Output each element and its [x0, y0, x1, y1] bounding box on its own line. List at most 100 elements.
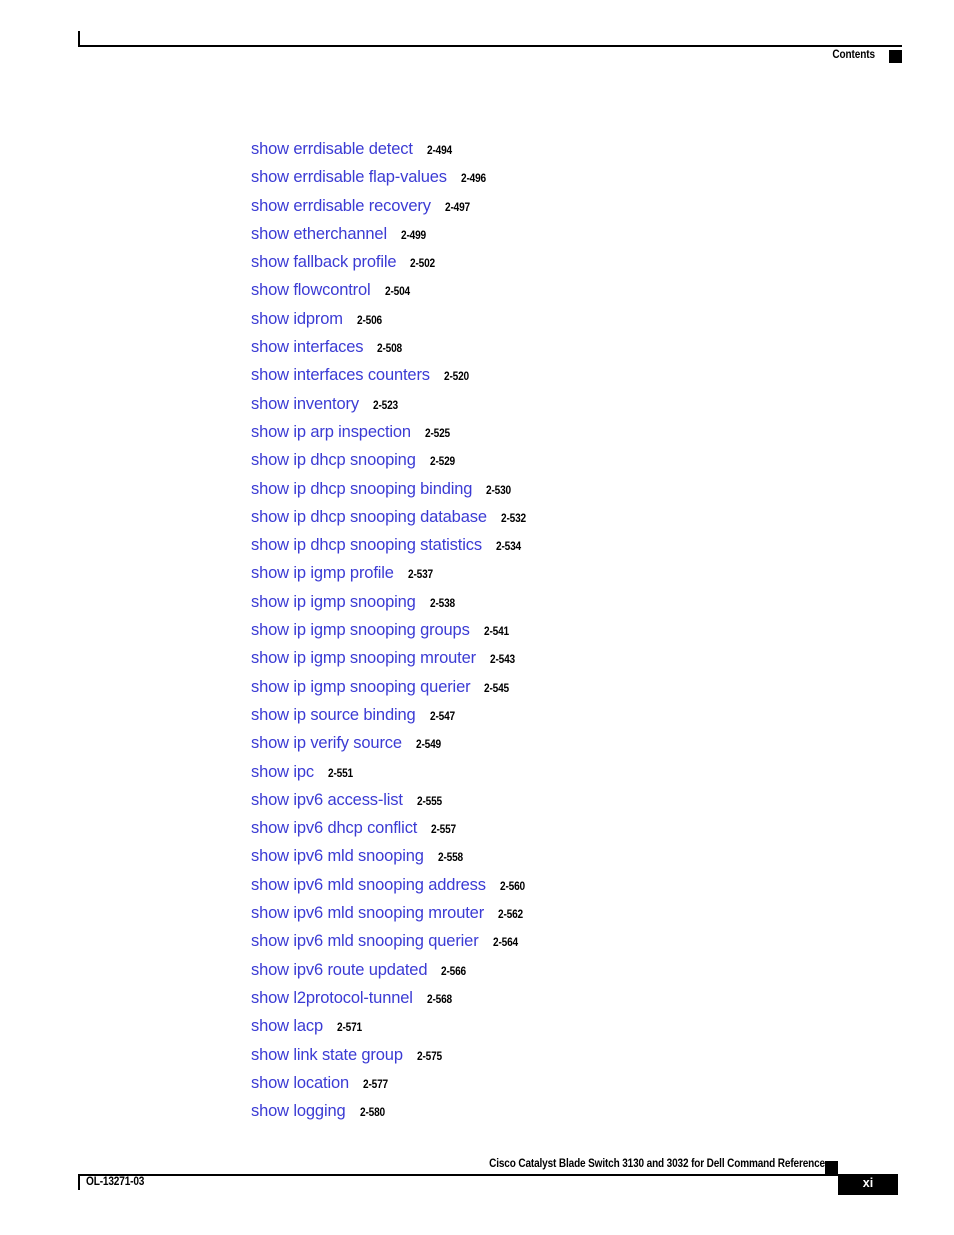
toc-entry-page-number[interactable]: 2-568 — [427, 986, 452, 1014]
toc-entry[interactable]: show ipv6 mld snooping 2-558 — [251, 842, 891, 870]
toc-entry[interactable]: show interfaces 2-508 — [251, 333, 891, 361]
toc-entry-title[interactable]: show idprom — [251, 305, 343, 333]
toc-entry-page-number[interactable]: 2-562 — [498, 901, 523, 929]
toc-entry-page-number[interactable]: 2-499 — [401, 222, 426, 250]
toc-entry-page-number[interactable]: 2-560 — [500, 873, 525, 901]
toc-entry-title[interactable]: show ipv6 access-list — [251, 786, 403, 814]
toc-entry-page-number[interactable]: 2-557 — [431, 816, 456, 844]
toc-entry[interactable]: show ipv6 dhcp conflict 2-557 — [251, 814, 891, 842]
toc-entry[interactable]: show ip dhcp snooping 2-529 — [251, 446, 891, 474]
toc-entry[interactable]: show link state group 2-575 — [251, 1041, 891, 1069]
toc-entry-page-number[interactable]: 2-564 — [493, 929, 518, 957]
toc-entry[interactable]: show ipv6 route updated 2-566 — [251, 956, 891, 984]
toc-entry-title[interactable]: show ip dhcp snooping binding — [251, 475, 472, 503]
toc-entry[interactable]: show ip dhcp snooping binding 2-530 — [251, 475, 891, 503]
toc-entry-title[interactable]: show errdisable detect — [251, 135, 413, 163]
toc-entry-title[interactable]: show errdisable flap-values — [251, 163, 447, 191]
toc-entry[interactable]: show ipv6 mld snooping mrouter 2-562 — [251, 899, 891, 927]
toc-entry[interactable]: show ip igmp snooping groups 2-541 — [251, 616, 891, 644]
toc-entry-page-number[interactable]: 2-502 — [410, 250, 435, 278]
toc-entry[interactable]: show ipv6 mld snooping address 2-560 — [251, 871, 891, 899]
toc-entry[interactable]: show ip igmp profile 2-537 — [251, 559, 891, 587]
toc-entry-title[interactable]: show etherchannel — [251, 220, 387, 248]
toc-entry-page-number[interactable]: 2-525 — [425, 420, 450, 448]
toc-entry[interactable]: show ipv6 access-list 2-555 — [251, 786, 891, 814]
toc-entry[interactable]: show ip arp inspection 2-525 — [251, 418, 891, 446]
toc-entry-title[interactable]: show ip dhcp snooping statistics — [251, 531, 482, 559]
toc-entry-page-number[interactable]: 2-580 — [360, 1099, 385, 1127]
toc-entry[interactable]: show errdisable detect 2-494 — [251, 135, 891, 163]
toc-entry-title[interactable]: show ip dhcp snooping — [251, 446, 416, 474]
toc-entry-page-number[interactable]: 2-534 — [496, 533, 521, 561]
toc-entry-title[interactable]: show location — [251, 1069, 349, 1097]
toc-entry-page-number[interactable]: 2-529 — [430, 448, 455, 476]
toc-entry-title[interactable]: show ipc — [251, 758, 314, 786]
toc-entry-title[interactable]: show errdisable recovery — [251, 192, 431, 220]
toc-entry-title[interactable]: show ipv6 mld snooping mrouter — [251, 899, 484, 927]
toc-entry-page-number[interactable]: 2-532 — [501, 505, 526, 533]
toc-entry[interactable]: show lacp 2-571 — [251, 1012, 891, 1040]
toc-entry[interactable]: show errdisable recovery 2-497 — [251, 192, 891, 220]
toc-entry[interactable]: show logging 2-580 — [251, 1097, 891, 1125]
toc-entry[interactable]: show ipv6 mld snooping querier 2-564 — [251, 927, 891, 955]
toc-entry-page-number[interactable]: 2-549 — [416, 731, 441, 759]
toc-entry-page-number[interactable]: 2-504 — [385, 278, 410, 306]
toc-entry[interactable]: show flowcontrol 2-504 — [251, 276, 891, 304]
toc-entry-title[interactable]: show l2protocol-tunnel — [251, 984, 413, 1012]
toc-entry-title[interactable]: show ip igmp snooping — [251, 588, 416, 616]
toc-entry[interactable]: show ip igmp snooping 2-538 — [251, 588, 891, 616]
toc-entry-title[interactable]: show ipv6 route updated — [251, 956, 427, 984]
toc-entry-page-number[interactable]: 2-543 — [490, 646, 515, 674]
toc-entry[interactable]: show ip igmp snooping querier 2-545 — [251, 673, 891, 701]
toc-entry-title[interactable]: show ip igmp snooping querier — [251, 673, 471, 701]
toc-entry-title[interactable]: show ip igmp profile — [251, 559, 394, 587]
toc-entry[interactable]: show location 2-577 — [251, 1069, 891, 1097]
toc-entry-page-number[interactable]: 2-545 — [484, 675, 509, 703]
toc-entry-page-number[interactable]: 2-547 — [430, 703, 455, 731]
toc-entry[interactable]: show interfaces counters 2-520 — [251, 361, 891, 389]
toc-entry-title[interactable]: show ip dhcp snooping database — [251, 503, 487, 531]
toc-entry-title[interactable]: show ipv6 mld snooping — [251, 842, 424, 870]
toc-entry-title[interactable]: show link state group — [251, 1041, 403, 1069]
toc-entry[interactable]: show ip verify source 2-549 — [251, 729, 891, 757]
toc-entry-page-number[interactable]: 2-506 — [357, 307, 382, 335]
toc-entry-title[interactable]: show ip verify source — [251, 729, 402, 757]
toc-entry-page-number[interactable]: 2-496 — [461, 165, 486, 193]
toc-entry-title[interactable]: show lacp — [251, 1012, 323, 1040]
toc-entry-title[interactable]: show ip source binding — [251, 701, 416, 729]
toc-entry[interactable]: show inventory 2-523 — [251, 390, 891, 418]
toc-entry-title[interactable]: show logging — [251, 1097, 346, 1125]
toc-entry-title[interactable]: show fallback profile — [251, 248, 397, 276]
toc-entry-page-number[interactable]: 2-566 — [441, 958, 466, 986]
toc-entry-page-number[interactable]: 2-551 — [328, 760, 353, 788]
toc-entry-page-number[interactable]: 2-577 — [363, 1071, 388, 1099]
toc-entry[interactable]: show errdisable flap-values 2-496 — [251, 163, 891, 191]
toc-entry[interactable]: show ipc 2-551 — [251, 758, 891, 786]
toc-entry[interactable]: show idprom 2-506 — [251, 305, 891, 333]
toc-entry-page-number[interactable]: 2-508 — [377, 335, 402, 363]
toc-entry[interactable]: show l2protocol-tunnel 2-568 — [251, 984, 891, 1012]
toc-entry-page-number[interactable]: 2-575 — [417, 1043, 442, 1071]
toc-entry-page-number[interactable]: 2-497 — [445, 194, 470, 222]
toc-entry-title[interactable]: show flowcontrol — [251, 276, 371, 304]
toc-entry-page-number[interactable]: 2-558 — [438, 844, 463, 872]
toc-entry-page-number[interactable]: 2-530 — [486, 477, 511, 505]
toc-entry-title[interactable]: show interfaces counters — [251, 361, 430, 389]
toc-entry[interactable]: show ip dhcp snooping statistics 2-534 — [251, 531, 891, 559]
toc-entry-page-number[interactable]: 2-537 — [408, 561, 433, 589]
toc-entry[interactable]: show fallback profile 2-502 — [251, 248, 891, 276]
toc-entry-title[interactable]: show ipv6 mld snooping address — [251, 871, 486, 899]
toc-entry-page-number[interactable]: 2-571 — [337, 1014, 362, 1042]
toc-entry-title[interactable]: show ip igmp snooping groups — [251, 616, 470, 644]
toc-entry-title[interactable]: show interfaces — [251, 333, 364, 361]
toc-entry-title[interactable]: show ip arp inspection — [251, 418, 411, 446]
toc-entry-page-number[interactable]: 2-520 — [444, 363, 469, 391]
toc-entry[interactable]: show ip dhcp snooping database 2-532 — [251, 503, 891, 531]
toc-entry[interactable]: show ip source binding 2-547 — [251, 701, 891, 729]
toc-entry-page-number[interactable]: 2-541 — [484, 618, 509, 646]
toc-entry-page-number[interactable]: 2-555 — [417, 788, 442, 816]
toc-entry[interactable]: show ip igmp snooping mrouter 2-543 — [251, 644, 891, 672]
toc-entry-title[interactable]: show ip igmp snooping mrouter — [251, 644, 476, 672]
toc-entry-page-number[interactable]: 2-523 — [373, 392, 398, 420]
toc-entry[interactable]: show etherchannel 2-499 — [251, 220, 891, 248]
